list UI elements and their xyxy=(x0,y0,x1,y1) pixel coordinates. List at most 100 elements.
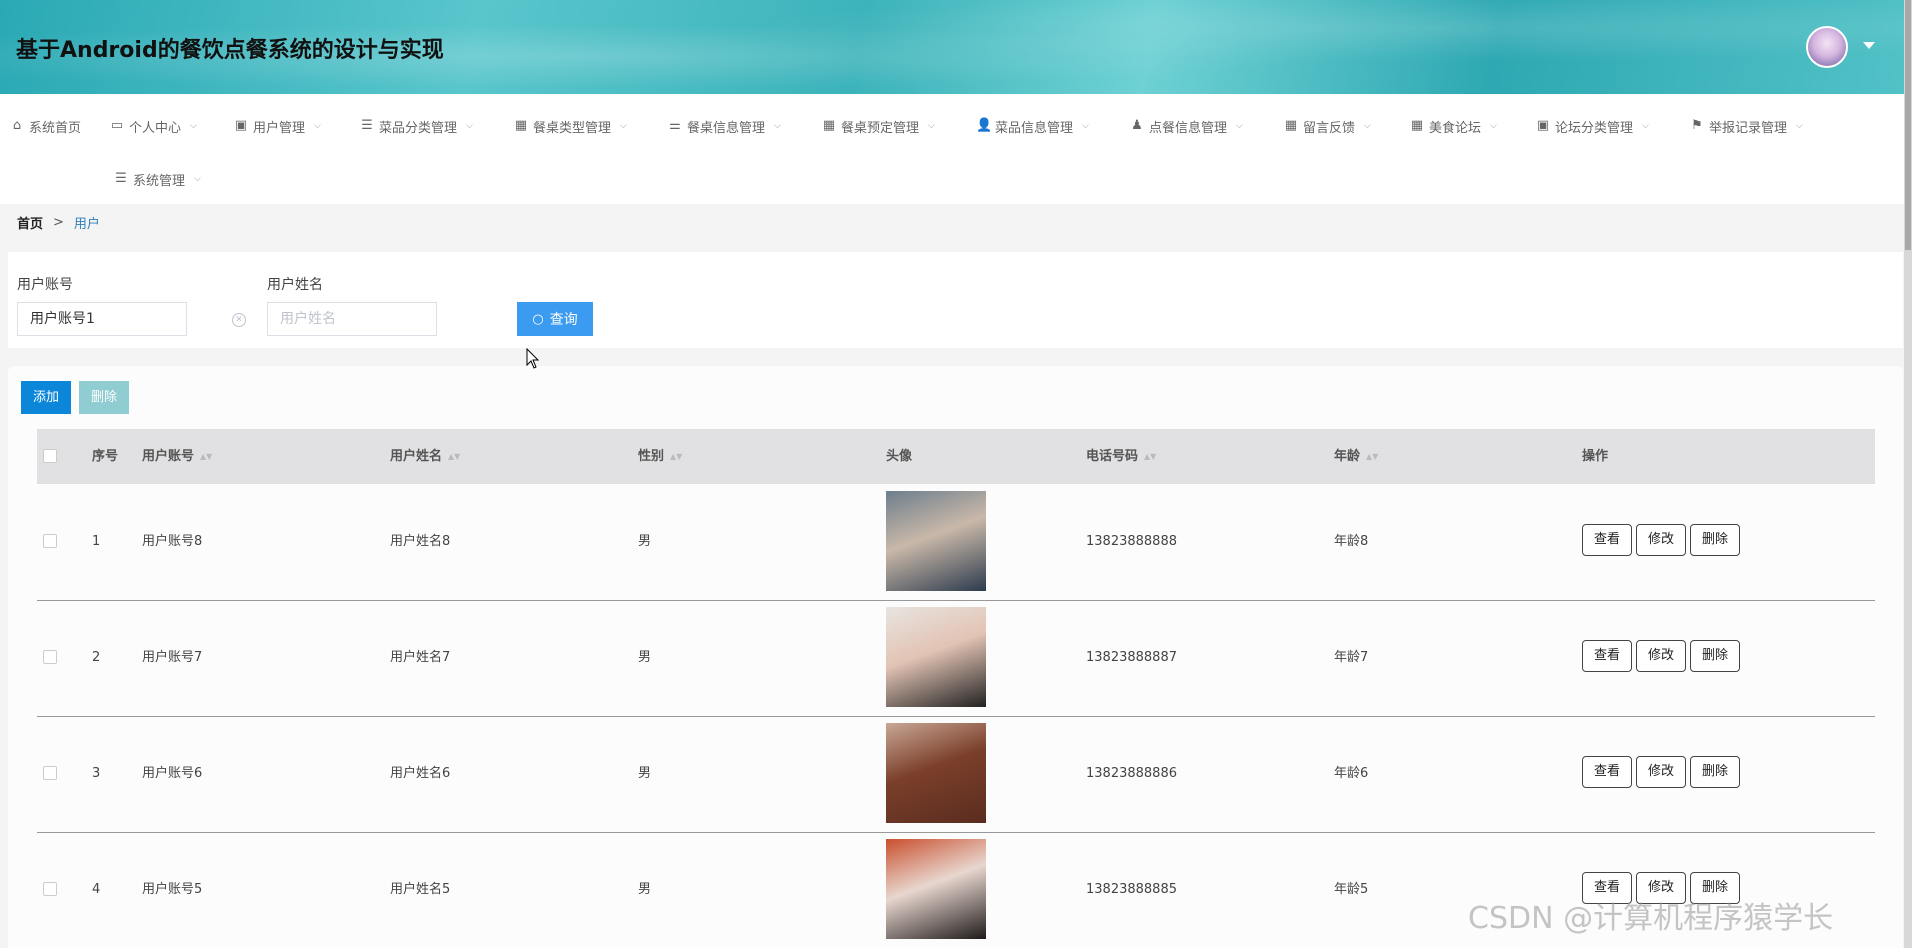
batch-delete-button[interactable]: 删除 xyxy=(79,381,129,414)
grid-icon: ▦ xyxy=(1410,118,1424,133)
nav-item[interactable]: 👤 菜品信息管理 ⌵ xyxy=(976,116,1089,136)
list-icon: ☰ xyxy=(115,171,127,186)
person-icon: ♟ xyxy=(1131,118,1143,133)
chevron-down-icon: ⌵ xyxy=(1082,121,1089,131)
add-button[interactable]: 添加 xyxy=(21,381,71,414)
nav-item[interactable]: ▦ 餐桌类型管理 ⌵ xyxy=(514,116,627,136)
table-header: 序号 用户账号 ▲▼ 用户姓名 ▲▼ 性别 ▲▼ 头像 电话号码 ▲▼ 年龄 ▲▼ 操作 xyxy=(37,429,1875,484)
chevron-down-icon: ⌵ xyxy=(774,121,781,131)
caret-down-icon[interactable] xyxy=(1863,42,1875,49)
row-name: 用户姓名8 xyxy=(390,534,451,549)
edit-button[interactable]: 修改 xyxy=(1636,756,1686,788)
table-row: 3 用户账号6 用户姓名6 男 13823888886 年龄6 查看 修改 删除 xyxy=(37,717,1875,833)
nav-item[interactable]: ⚑ 举报记录管理 ⌵ xyxy=(1690,116,1803,136)
app-title: 基于Android的餐饮点餐系统的设计与实现 xyxy=(16,38,444,63)
grid-icon: ▦ xyxy=(822,118,836,133)
query-button[interactable]: ○ 查询 xyxy=(517,302,593,336)
col-phone[interactable]: 电话号码 ▲▼ xyxy=(1086,429,1156,484)
breadcrumb-home[interactable]: 首页 xyxy=(17,213,43,232)
nav-item-label: 用户管理 xyxy=(253,120,306,136)
view-button[interactable]: 查看 xyxy=(1582,524,1632,556)
chevron-down-icon: ⌵ xyxy=(314,121,321,131)
col-gender[interactable]: 性别 ▲▼ xyxy=(638,429,682,484)
delete-button[interactable]: 删除 xyxy=(1690,756,1740,788)
row-index: 3 xyxy=(92,766,101,781)
nav-item-label: 点餐信息管理 xyxy=(1149,120,1228,136)
delete-button[interactable]: 删除 xyxy=(1690,524,1740,556)
delete-button[interactable]: 删除 xyxy=(1690,640,1740,672)
select-all-checkbox[interactable] xyxy=(43,449,57,463)
flag-icon: ⚑ xyxy=(1691,118,1703,133)
edit-button[interactable]: 修改 xyxy=(1636,640,1686,672)
user-icon: 👤 xyxy=(976,118,993,133)
sort-icon[interactable]: ▲▼ xyxy=(1366,452,1378,460)
nav-item[interactable]: ▣ 用户管理 ⌵ xyxy=(234,116,321,136)
nav-item[interactable]: ▦ 美食论坛 ⌵ xyxy=(1410,116,1497,136)
row-name: 用户姓名7 xyxy=(390,650,451,665)
row-index: 1 xyxy=(92,534,101,549)
nav-item-label: 菜品信息管理 xyxy=(995,120,1074,136)
view-button[interactable]: 查看 xyxy=(1582,756,1632,788)
sort-icon[interactable]: ▲▼ xyxy=(448,452,460,460)
breadcrumb-separator: > xyxy=(53,215,64,230)
row-index: 4 xyxy=(92,882,101,897)
row-age: 年龄8 xyxy=(1334,534,1369,549)
name-field-label: 用户姓名 xyxy=(267,277,323,293)
row-account: 用户账号6 xyxy=(142,766,203,781)
nav-item-label: 美食论坛 xyxy=(1429,120,1482,136)
scrollbar-thumb[interactable] xyxy=(1905,0,1911,250)
nav-item[interactable]: ▦ 留言反馈 ⌵ xyxy=(1284,116,1371,136)
account-search-input[interactable]: 用户账号1 xyxy=(17,302,187,336)
user-avatar[interactable] xyxy=(1806,26,1848,68)
chevron-down-icon: ⌵ xyxy=(1642,121,1649,131)
sort-icon[interactable]: ▲▼ xyxy=(670,452,682,460)
nav-item[interactable]: ♟ 点餐信息管理 ⌵ xyxy=(1130,116,1243,136)
search-icon: ○ xyxy=(532,311,544,327)
col-account[interactable]: 用户账号 ▲▼ xyxy=(142,429,212,484)
nav-item-label: 个人中心 xyxy=(129,120,182,136)
nav-item[interactable]: ▦ 餐桌预定管理 ⌵ xyxy=(822,116,935,136)
id-card-icon: ▭ xyxy=(110,118,124,133)
row-phone: 13823888887 xyxy=(1086,650,1177,665)
name-search-input[interactable]: 用户姓名 xyxy=(267,302,437,336)
row-account: 用户账号8 xyxy=(142,534,203,549)
row-phone: 13823888885 xyxy=(1086,882,1177,897)
nav-item[interactable]: ▭ 个人中心 ⌵ xyxy=(110,116,197,136)
row-checkbox[interactable] xyxy=(43,534,57,548)
col-photo: 头像 xyxy=(886,449,913,464)
row-account: 用户账号7 xyxy=(142,650,203,665)
nav-item[interactable]: ▣ 论坛分类管理 ⌵ xyxy=(1536,116,1649,136)
nav-item[interactable]: ☰ 系统管理 ⌵ xyxy=(114,169,201,189)
nav-item-label: 菜品分类管理 xyxy=(379,120,458,136)
nav-item-label: 餐桌类型管理 xyxy=(533,120,612,136)
col-name[interactable]: 用户姓名 ▲▼ xyxy=(390,429,460,484)
col-age[interactable]: 年龄 ▲▼ xyxy=(1334,429,1378,484)
clear-icon[interactable]: ✕ xyxy=(232,313,246,327)
chevron-down-icon: ⌵ xyxy=(1490,121,1497,131)
row-gender: 男 xyxy=(638,882,652,897)
row-checkbox[interactable] xyxy=(43,766,57,780)
row-phone: 13823888888 xyxy=(1086,534,1177,549)
row-checkbox[interactable] xyxy=(43,882,57,896)
top-header: 基于Android的餐饮点餐系统的设计与实现 xyxy=(0,0,1912,94)
col-actions: 操作 xyxy=(1582,449,1609,464)
chevron-down-icon: ⌵ xyxy=(194,174,201,184)
row-avatar-image xyxy=(886,491,986,591)
nav-item-label: 系统首页 xyxy=(29,120,82,136)
view-button[interactable]: 查看 xyxy=(1582,640,1632,672)
chevron-down-icon: ⌵ xyxy=(1796,121,1803,131)
top-nav-menu: ⌂ 系统首页 ▭ 个人中心 ⌵ ▣ 用户管理 ⌵ ☰ 菜品分类管理 ⌵ ▦ 餐桌类型管理 ⌵ ⚌ 餐桌信息管理… xyxy=(0,94,1905,204)
nav-item[interactable]: ⌂ 系统首页 xyxy=(10,116,81,136)
chevron-down-icon: ⌵ xyxy=(928,121,935,131)
row-checkbox[interactable] xyxy=(43,650,57,664)
nav-item[interactable]: ⚌ 餐桌信息管理 ⌵ xyxy=(668,116,781,136)
list-icon: ☰ xyxy=(361,118,373,133)
edit-button[interactable]: 修改 xyxy=(1636,524,1686,556)
account-field-label: 用户账号 xyxy=(17,277,73,293)
nav-item-label: 餐桌信息管理 xyxy=(687,120,766,136)
sliders-icon: ⚌ xyxy=(669,118,681,133)
row-gender: 男 xyxy=(638,766,652,781)
nav-item[interactable]: ☰ 菜品分类管理 ⌵ xyxy=(360,116,473,136)
sort-icon[interactable]: ▲▼ xyxy=(200,452,212,460)
sort-icon[interactable]: ▲▼ xyxy=(1144,452,1156,460)
